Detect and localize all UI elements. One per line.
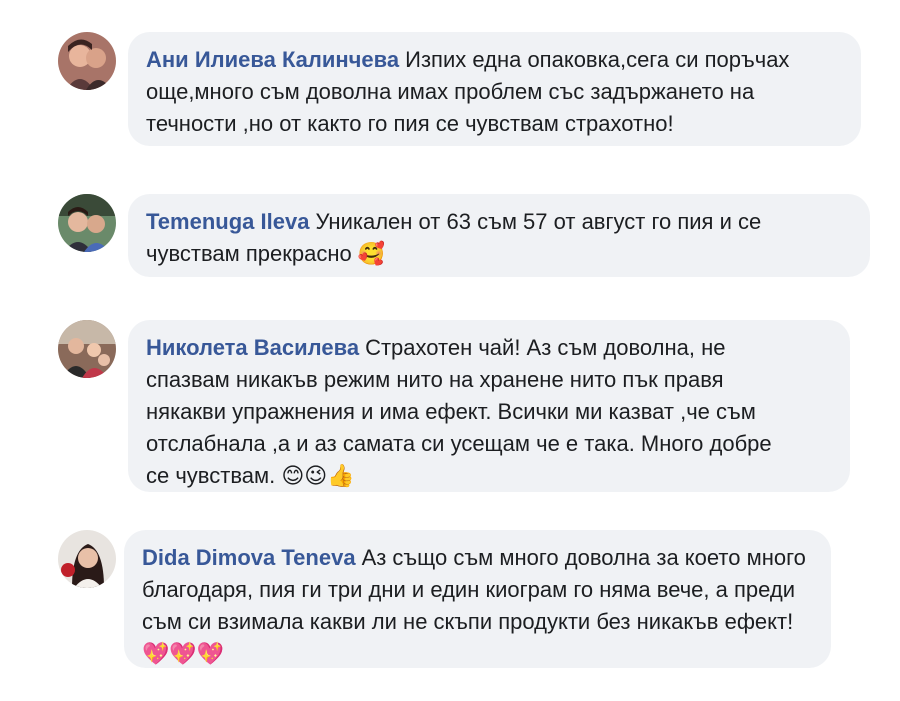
comment-text: се чувствам. [146, 463, 276, 488]
avatar-photo-icon [58, 32, 116, 90]
avatar-photo-icon [58, 320, 116, 378]
comment-bubble: Николета Василева Страхотен чай! Аз съм д… [128, 320, 850, 492]
comment-bubble: Ани Илиева Калинчева Изпих една опаковка,… [128, 32, 861, 146]
comment-text: Аз също съм много доволна за което много [361, 545, 806, 570]
comment-text: Изпих една опаковка,сега си поръчах [405, 47, 790, 72]
avatar-photo-icon [58, 530, 116, 588]
comment-author-link[interactable]: Ани Илиева Калинчева [146, 47, 399, 72]
comment-text: още,много съм доволна имах проблем със з… [146, 79, 755, 104]
comment-text: чувствам прекрасно [146, 241, 352, 266]
comment-text: спазвам никакъв режим нито на хранене ни… [146, 367, 724, 392]
comment-bubble: Temenuga Ileva Уникален от 63 съм 57 от а… [128, 194, 870, 277]
smiling-face-with-hearts-icon: 🥰 [357, 242, 386, 267]
avatar[interactable] [58, 530, 116, 588]
avatar[interactable] [58, 320, 116, 378]
avatar[interactable] [58, 32, 116, 90]
comment-author-link[interactable]: Temenuga Ileva [146, 209, 309, 234]
comment-text: Страхотен чай! Аз съм доволна, не [365, 335, 726, 360]
comment-bubble: Dida Dimova Teneva Аз също съм много дово… [124, 530, 831, 668]
smile-wink-thumbs-up-icon: 😊😉👍 [281, 464, 355, 489]
comment-text: отслабнала ,а и аз самата си усещам че е… [146, 431, 772, 456]
comment-author-link[interactable]: Dida Dimova Teneva [142, 545, 356, 570]
comment-text: течности ,но от както го пия се чувствам… [146, 111, 674, 136]
comment-author-link[interactable]: Николета Василева [146, 335, 359, 360]
comment-text: Уникален от 63 съм 57 от август го пия и… [315, 209, 762, 234]
avatar[interactable] [58, 194, 116, 252]
avatar-photo-icon [58, 194, 116, 252]
comment-text: благодаря, пия ги три дни и един киограм… [142, 577, 796, 602]
comment-text: съм си взимала какви ли не скъпи продукт… [142, 609, 794, 634]
comment-text: някакви упражнения и има ефект. Всички м… [146, 399, 756, 424]
sparkling-heart-icon: 💖💖💖 [142, 642, 225, 667]
